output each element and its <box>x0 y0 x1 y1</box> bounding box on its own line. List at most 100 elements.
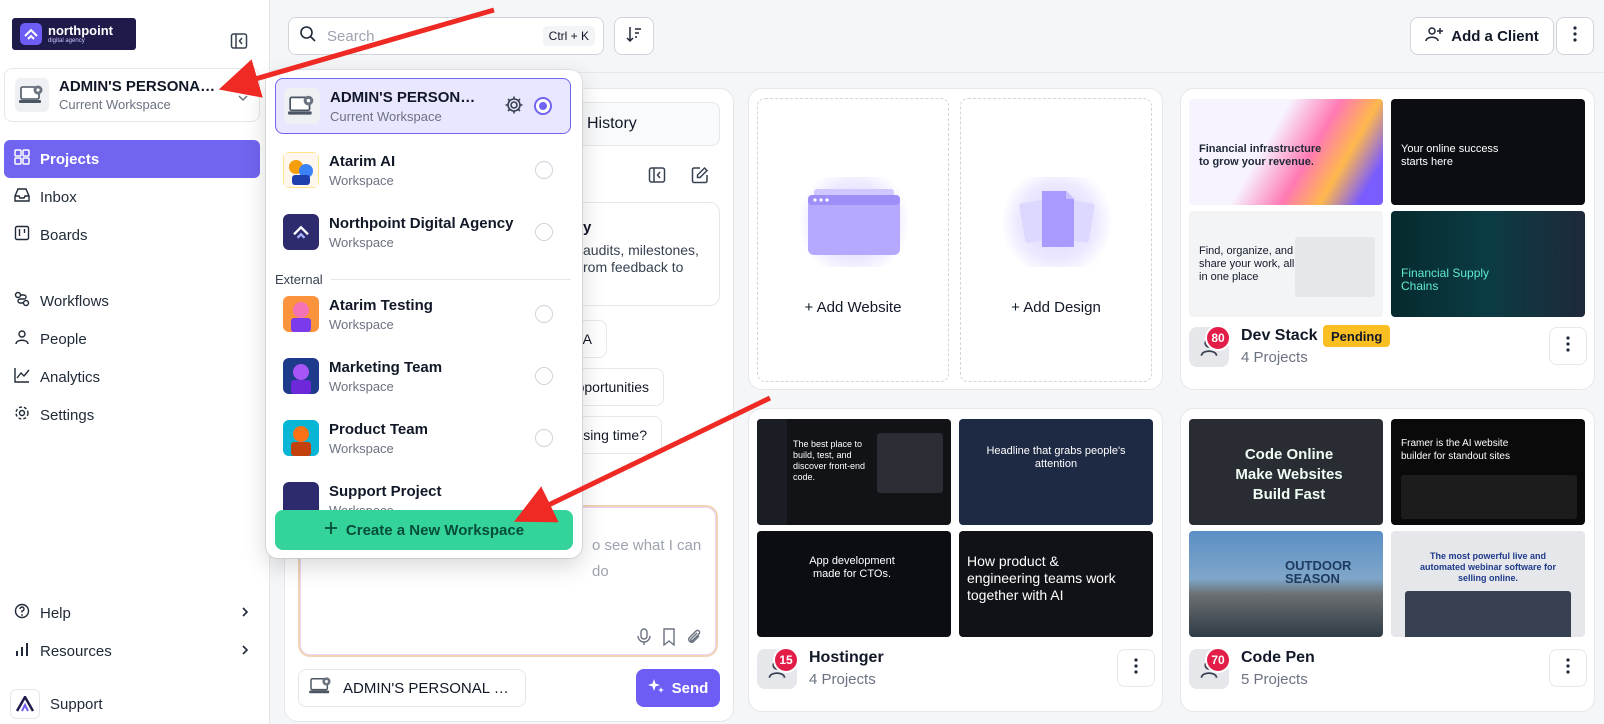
client-more-button[interactable] <box>1549 649 1587 687</box>
thumbnail-headline: Headline that grabs people's attention <box>986 445 1126 470</box>
sidebar-toggle-icon[interactable] <box>646 164 668 186</box>
workspace-select-label: ADMIN'S PERSONAL WORKSPACE <box>343 679 515 697</box>
site-thumbnail[interactable]: The most powerful live and automated web… <box>1391 531 1585 637</box>
send-button[interactable]: Send <box>636 669 720 707</box>
site-thumbnail[interactable]: Framer is the AI website builder for sta… <box>1391 419 1585 525</box>
radio[interactable] <box>535 223 553 241</box>
nav-workflows-label: Workflows <box>40 292 109 310</box>
paperclip-icon[interactable] <box>686 628 702 651</box>
workspace-option[interactable]: Northpoint Digital Agency Workspace <box>275 204 571 260</box>
radio[interactable] <box>535 305 553 323</box>
thumbnail-headline: Code Online Make Websites Build Fast <box>1235 446 1343 503</box>
intro-text: audits, milestones, rom feedback to <box>583 242 699 275</box>
radio[interactable] <box>535 429 553 447</box>
robot-avatar-icon <box>283 358 319 394</box>
site-thumbnail[interactable]: Financial Supply Chains <box>1391 211 1585 317</box>
help-icon <box>14 603 30 623</box>
client-project-count: 5 Projects <box>1241 671 1308 688</box>
search-input[interactable]: Search Ctrl + K <box>288 17 604 55</box>
workspace-option[interactable]: Marketing Team Workspace <box>275 348 571 404</box>
plus-icon <box>324 521 338 539</box>
workspace-option[interactable]: Atarim AI Workspace <box>275 142 571 198</box>
robot-avatar-icon <box>283 296 319 332</box>
client-card-hostinger[interactable]: The best place to build, test, and disco… <box>748 408 1163 712</box>
new-chat-edit-icon[interactable] <box>689 164 711 186</box>
intro-title: y <box>583 219 592 236</box>
workspace-switcher[interactable]: ADMIN'S PERSONAL WORKSPACE Current Works… <box>4 68 260 122</box>
nav-settings[interactable]: Settings <box>4 396 260 434</box>
radio[interactable] <box>535 367 553 385</box>
sort-button[interactable] <box>614 17 654 55</box>
workspace-option-admin[interactable]: ADMIN'S PERSONAL WORKSPACE Current Works… <box>275 78 571 134</box>
resources-bars-icon <box>14 641 30 661</box>
thumbnail-headline: OUTDOOR SEASON <box>1285 558 1352 586</box>
selected-radio[interactable] <box>534 97 552 115</box>
site-thumbnail[interactable]: The best place to build, test, and disco… <box>757 419 951 525</box>
chevron-right-icon <box>240 643 250 660</box>
robot-avatar-icon <box>283 420 319 456</box>
search-placeholder: Search <box>327 27 375 45</box>
notification-badge: 80 <box>1205 325 1231 351</box>
brand-tagline: digital agency <box>48 38 85 44</box>
nav-inbox[interactable]: Inbox <box>4 178 260 216</box>
client-more-button[interactable] <box>1549 327 1587 365</box>
workspace-option-sub: Current Workspace <box>330 108 442 124</box>
intro-card: y audits, milestones, rom feedback to <box>560 202 720 306</box>
chip-label: pportunities <box>576 379 649 395</box>
status-badge: Pending <box>1323 325 1391 347</box>
workspace-option-sub: Workspace <box>329 316 394 332</box>
brand-name: northpoint <box>48 23 113 38</box>
nav-projects[interactable]: Projects <box>4 140 260 178</box>
radio[interactable] <box>535 161 553 179</box>
client-card-code-pen[interactable]: Code Online Make Websites Build Fast Fra… <box>1180 408 1595 712</box>
logo-mark-icon <box>20 23 42 45</box>
sidebar-collapse-icon[interactable] <box>228 30 250 52</box>
nav-resources[interactable]: Resources <box>4 632 260 670</box>
add-website-tile[interactable]: + Add Website <box>757 98 949 382</box>
site-thumbnail[interactable]: Find, organize, and share your work, all… <box>1189 211 1383 317</box>
workspace-select[interactable]: ADMIN'S PERSONAL WORKSPACE <box>298 669 526 707</box>
client-name: Code Pen <box>1241 649 1315 666</box>
site-thumbnail[interactable]: Your online success starts here <box>1391 99 1585 205</box>
client-card-dev-stack[interactable]: Financial infrastructure to grow your re… <box>1180 88 1595 390</box>
client-more-button[interactable] <box>1117 649 1155 687</box>
gear-icon <box>14 405 30 425</box>
site-thumbnail[interactable]: App development made for CTOs. <box>757 531 951 637</box>
board-icon <box>14 225 30 245</box>
site-thumbnail[interactable]: Headline that grabs people's attention <box>959 419 1153 525</box>
site-thumbnail[interactable]: How product & engineering teams work tog… <box>959 531 1153 637</box>
add-client-label: Add a Client <box>1451 27 1539 45</box>
site-thumbnail[interactable]: Financial infrastructure to grow your re… <box>1189 99 1383 205</box>
gear-icon[interactable] <box>504 95 524 120</box>
workspace-option[interactable]: Atarim Testing Workspace <box>275 286 571 342</box>
workspace-option-name: ADMIN'S PERSONAL WORKSPACE <box>330 88 480 106</box>
add-user-icon <box>1425 25 1444 47</box>
site-thumbnail[interactable]: OUTDOOR SEASON <box>1189 531 1383 637</box>
grid-icon <box>14 149 30 169</box>
history-tab[interactable]: History <box>572 102 720 146</box>
add-client-button[interactable]: Add a Client <box>1410 17 1554 55</box>
create-workspace-button[interactable]: Create a New Workspace <box>275 510 573 550</box>
nav-workflows[interactable]: Workflows <box>4 282 260 320</box>
site-thumbnail[interactable]: Code Online Make Websites Build Fast <box>1189 419 1383 525</box>
documents-icon <box>1003 177 1111 267</box>
notification-badge: 70 <box>1205 647 1231 673</box>
add-design-tile[interactable]: + Add Design <box>960 98 1152 382</box>
nav-support[interactable]: Support <box>4 686 260 722</box>
bookmark-icon[interactable] <box>662 628 676 651</box>
client-avatar: 80 <box>1189 325 1231 367</box>
nav-help[interactable]: Help <box>4 594 260 632</box>
nav-boards[interactable]: Boards <box>4 216 260 254</box>
workspace-option[interactable]: Product Team Workspace <box>275 410 571 466</box>
nav-people[interactable]: People <box>4 320 260 358</box>
thumbnail-headline: Financial Supply Chains <box>1401 266 1490 293</box>
section-divider <box>330 279 571 280</box>
more-options-button[interactable] <box>1556 17 1594 55</box>
workspace-name: ADMIN'S PERSONAL WORKSPACE <box>59 78 219 95</box>
brand-logo[interactable]: northpoint digital agency <box>12 18 136 50</box>
nav-analytics[interactable]: Analytics <box>4 358 260 396</box>
microphone-icon[interactable] <box>636 628 652 651</box>
thumbnail-headline: How product & engineering teams work tog… <box>967 553 1116 603</box>
workspace-laptop-gear-icon <box>309 676 333 700</box>
nav-resources-label: Resources <box>40 642 112 660</box>
